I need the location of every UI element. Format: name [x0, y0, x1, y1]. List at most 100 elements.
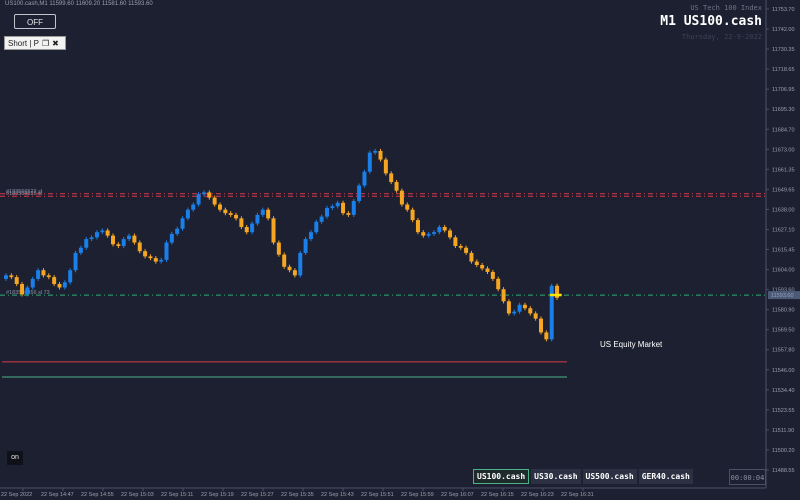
- candle: [62, 282, 67, 288]
- symbol-title: M1 US100.cash: [660, 14, 762, 29]
- time-tick-label: 22 Sep 15:19: [201, 492, 234, 498]
- candle: [458, 246, 463, 248]
- time-tick-label: 22 Sep 2022: [1, 492, 32, 498]
- off-button[interactable]: OFF: [14, 14, 56, 29]
- tab-us500[interactable]: US500.cash: [582, 469, 637, 484]
- price-tick-label: 11627.10: [772, 227, 795, 233]
- candle: [111, 235, 115, 245]
- candle: [373, 150, 378, 153]
- symbol-description: US Tech 100 Index: [690, 4, 762, 12]
- candle: [480, 265, 485, 269]
- on-button[interactable]: on: [7, 451, 23, 465]
- candle: [319, 216, 324, 222]
- candle: [453, 237, 458, 246]
- candle: [116, 244, 121, 246]
- price-tick-label: 11742.00: [772, 27, 795, 33]
- price-tick-label: 11695.30: [772, 107, 795, 113]
- candle: [250, 223, 255, 233]
- candle: [325, 207, 329, 217]
- candle: [308, 232, 313, 240]
- candle: [410, 209, 415, 221]
- price-tick-label: 11604.00: [772, 268, 795, 274]
- candle: [46, 275, 51, 278]
- candle: [437, 226, 442, 233]
- candle: [496, 278, 501, 290]
- candle: [271, 218, 276, 243]
- tab-ger40[interactable]: GER40.cash: [638, 469, 693, 484]
- candle: [255, 214, 260, 224]
- candle: [399, 190, 404, 205]
- price-tick-label: 11523.55: [772, 408, 795, 414]
- candle: [448, 230, 453, 238]
- candle: [20, 284, 25, 295]
- candle: [180, 218, 185, 229]
- candle: [121, 239, 126, 246]
- candle: [196, 194, 201, 205]
- time-tick-label: 22 Sep 15:03: [121, 492, 154, 498]
- candle: [89, 237, 94, 240]
- time-axis: 22 Sep 2022 22 Sep 14:47 22 Sep 14:55 22 Se…: [0, 487, 766, 498]
- candle: [244, 226, 249, 233]
- candle: [405, 204, 410, 210]
- candle: [9, 275, 14, 278]
- candle: [78, 247, 83, 253]
- candle: [539, 318, 543, 333]
- price-tick-label: 11615.45: [772, 248, 795, 254]
- time-tick-label: 22 Sep 15:11: [161, 492, 193, 498]
- time-tick-label: 22 Sep 14:47: [41, 492, 74, 498]
- price-tick-label: 11649.65: [772, 187, 795, 193]
- candle: [218, 204, 222, 210]
- price-tick-label: 11684.70: [772, 127, 795, 133]
- price-chart[interactable]: #183566522 sl#183566522 sl#183566856 sl …: [0, 0, 800, 500]
- candle: [164, 242, 169, 260]
- candle: [298, 252, 303, 276]
- candle: [175, 228, 180, 234]
- candle: [260, 209, 265, 215]
- time-tick-label: 22 Sep 16:31: [561, 492, 594, 498]
- candle: [169, 233, 174, 243]
- tab-us100[interactable]: US100.cash: [473, 469, 530, 484]
- candle: [341, 202, 346, 214]
- price-tick-label: 11753.70: [772, 7, 795, 13]
- price-tick-label: 11500.20: [772, 448, 795, 454]
- candle: [52, 277, 57, 285]
- price-tick-label: 11706.95: [772, 87, 795, 93]
- candle: [212, 197, 217, 205]
- price-tick-label: 11569.50: [772, 328, 795, 334]
- candle: [490, 271, 495, 279]
- price-tick-label: 11580.90: [772, 308, 795, 314]
- current-price-label: 11593.60: [771, 293, 794, 299]
- restore-icon[interactable]: ❐: [42, 39, 49, 48]
- price-tick-label: 11730.35: [772, 47, 795, 53]
- candle: [68, 270, 73, 283]
- candle: [36, 270, 41, 279]
- candle: [41, 270, 46, 276]
- candle: [501, 289, 506, 302]
- candle: [442, 226, 447, 231]
- candle: [378, 150, 383, 160]
- candle: [485, 268, 490, 272]
- candle: [367, 152, 372, 172]
- candle: [159, 259, 164, 262]
- candle: [84, 239, 89, 248]
- price-axis: 11753.70 11742.00 11730.35 11718.65 11706.95…: [765, 0, 800, 488]
- market-label: US Equity Market: [600, 340, 663, 349]
- candle: [383, 159, 388, 174]
- candle: [464, 247, 469, 253]
- tab-us30[interactable]: US30.cash: [531, 469, 581, 484]
- candle: [94, 232, 99, 238]
- candle: [276, 242, 281, 255]
- candle: [421, 232, 426, 236]
- candle: [330, 206, 335, 208]
- short-panel[interactable]: Short | P ❐ ✖: [4, 36, 66, 50]
- short-panel-label: Short | P: [8, 38, 39, 48]
- price-tick-label: 11534.40: [772, 388, 795, 394]
- close-icon[interactable]: ✖: [52, 39, 59, 48]
- candle: [132, 235, 137, 243]
- candle: [346, 213, 351, 215]
- candle: [127, 235, 132, 240]
- time-tick-label: 22 Sep 15:51: [361, 492, 394, 498]
- candle: [544, 332, 549, 340]
- price-tick-label: 11488.55: [772, 468, 795, 474]
- candle: [105, 230, 110, 236]
